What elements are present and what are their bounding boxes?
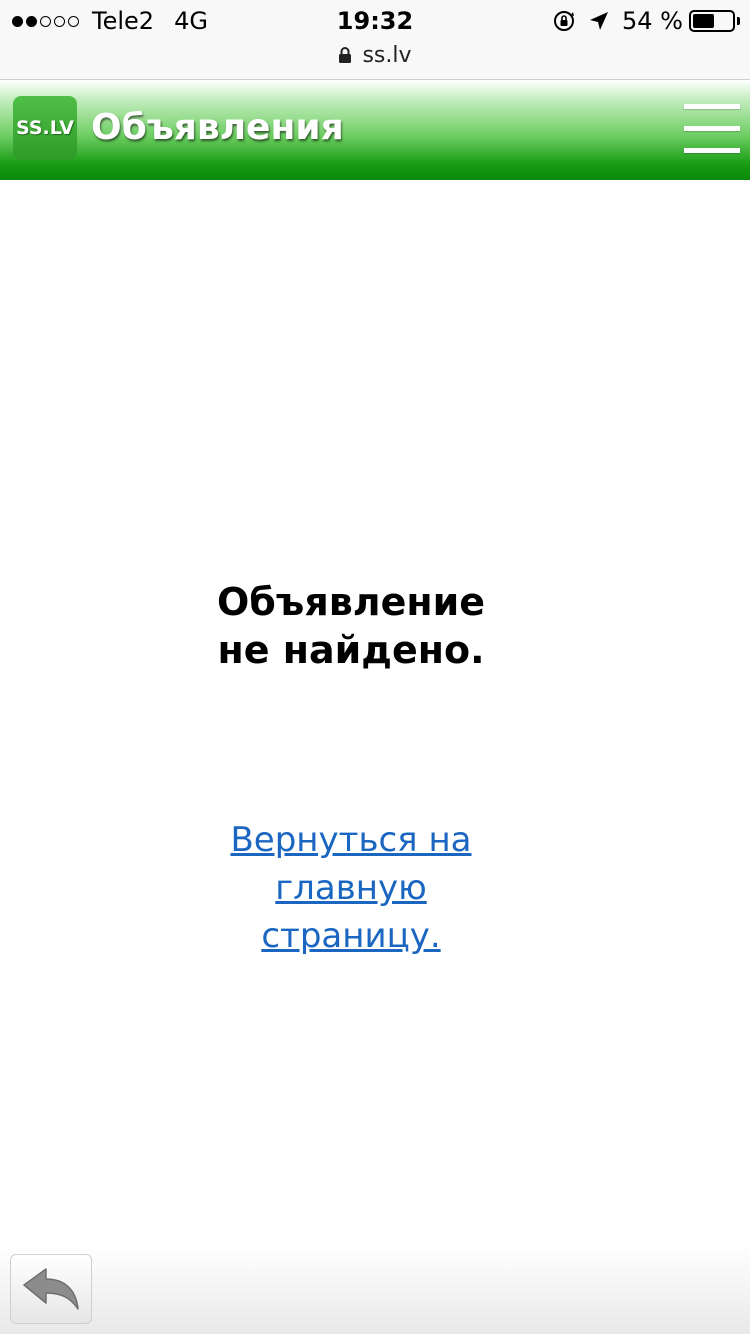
hamburger-icon: [684, 104, 740, 109]
link-line: главную: [275, 868, 427, 908]
back-button[interactable]: [10, 1254, 92, 1324]
site-logo[interactable]: SS.LV: [13, 96, 77, 160]
site-header: SS.LV Объявления: [0, 80, 750, 180]
lock-icon: [338, 46, 352, 64]
hamburger-icon: [684, 148, 740, 153]
back-to-home-link[interactable]: Вернуться на главную страницу.: [200, 816, 502, 960]
status-bar: Tele2 4G 19:32 54 % ss.lv: [0, 0, 750, 80]
battery-fill: [693, 14, 714, 28]
message-line: не найдено.: [217, 628, 485, 672]
location-arrow-icon: [588, 10, 610, 32]
rotation-lock-icon: [552, 9, 576, 33]
address-bar[interactable]: ss.lv: [0, 40, 750, 70]
message-line: Объявление: [216, 580, 486, 624]
battery-percent: 54 %: [622, 7, 683, 35]
url-text: ss.lv: [362, 42, 412, 68]
hamburger-icon: [684, 126, 740, 131]
header-title[interactable]: Объявления: [91, 107, 344, 148]
battery-nub: [737, 17, 740, 25]
bottom-toolbar: [0, 1244, 750, 1334]
battery-icon: [689, 10, 735, 32]
link-line: страницу.: [261, 916, 441, 956]
menu-button[interactable]: [684, 104, 740, 154]
not-found-message: Объявление не найдено.: [150, 578, 552, 674]
back-arrow-icon: [23, 1268, 79, 1310]
status-right: 54 %: [540, 6, 740, 36]
link-line: Вернуться на: [230, 820, 472, 860]
